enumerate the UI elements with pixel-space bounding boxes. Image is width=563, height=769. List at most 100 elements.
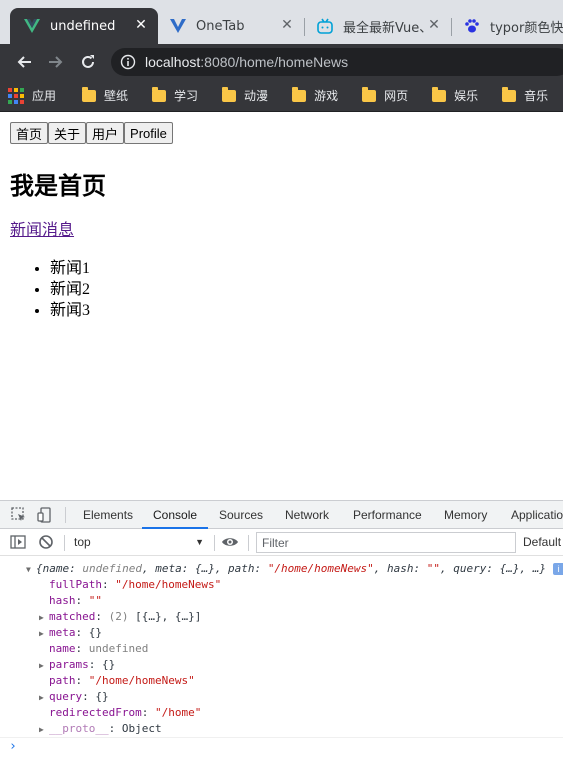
folder-icon xyxy=(82,86,97,102)
folder-icon xyxy=(502,86,517,102)
summary-value: "" xyxy=(426,562,441,575)
close-tab-icon[interactable]: ✕ xyxy=(280,18,294,32)
tab-sources[interactable]: Sources xyxy=(219,501,263,529)
bookmark-folder[interactable]: 动漫 xyxy=(212,84,268,108)
folder-icon xyxy=(432,86,447,102)
bookmark-folder[interactable]: 学习 xyxy=(142,84,198,108)
summary-text: , hash: xyxy=(373,562,427,575)
bookmark-folder[interactable]: 壁纸 xyxy=(72,84,128,108)
property-key: hash xyxy=(49,594,76,607)
console-output: ▼ {name: undefined, meta: {…}, path: "/ho… xyxy=(0,557,563,737)
collapsed-triangle-icon[interactable]: ▶ xyxy=(39,610,49,626)
array-length: (2) xyxy=(108,610,136,623)
bookmark-label: 应用 xyxy=(32,89,57,103)
console-log-entry[interactable]: ▼ {name: undefined, meta: {…}, path: "/ho… xyxy=(26,561,563,577)
bookmark-folder[interactable]: 音乐 xyxy=(492,84,548,108)
object-property[interactable]: ▶ __proto__: Object xyxy=(39,721,162,737)
home-button[interactable]: 首页 xyxy=(10,122,49,144)
context-selector[interactable]: top ▼ xyxy=(66,532,208,552)
device-toolbar-icon[interactable] xyxy=(36,506,54,524)
bookmarks-bar: 应用 壁纸 学习 动漫 游戏 网页 娱乐 音乐 网 xyxy=(0,80,563,112)
site-info-icon[interactable] xyxy=(120,54,136,70)
property-key: params xyxy=(49,658,89,671)
browser-tab-strip: undefined ✕ OneTab ✕ 最全最新Vue、 ✕ typor颜色快… xyxy=(0,0,563,44)
tab-application[interactable]: Applicatio xyxy=(511,501,563,529)
property-value: "/home/homeNews" xyxy=(88,674,195,687)
news-link[interactable]: 新闻消息 xyxy=(10,216,74,240)
sidebar-toggle-icon[interactable] xyxy=(9,533,27,551)
tab-title: typor颜色快捷 xyxy=(490,20,563,36)
folder-icon xyxy=(222,86,237,102)
log-levels-dropdown[interactable]: Default xyxy=(523,529,561,556)
bookmark-label: 网页 xyxy=(384,89,409,103)
clear-console-icon[interactable] xyxy=(37,533,55,551)
bookmark-folder[interactable]: 娱乐 xyxy=(422,84,478,108)
tab-typora[interactable]: typor颜色快捷 xyxy=(452,8,563,44)
summary-text: {name: xyxy=(36,562,83,575)
close-tab-icon[interactable]: ✕ xyxy=(427,18,441,32)
property-key: name xyxy=(49,642,76,655)
dropdown-caret-icon: ▼ xyxy=(195,537,204,547)
tab-onetab[interactable]: OneTab ✕ xyxy=(158,8,304,44)
apps-grid-icon xyxy=(8,87,24,104)
property-value: "/home/homeNews" xyxy=(115,578,222,591)
property-value: {} xyxy=(95,690,109,703)
router-nav: 首页 关于 用户 Profile xyxy=(10,122,173,144)
bookmark-label: 壁纸 xyxy=(104,89,129,103)
reload-icon[interactable] xyxy=(74,48,102,76)
close-tab-icon[interactable]: ✕ xyxy=(134,18,148,32)
object-property[interactable]: ▶ matched: (2) [{…}, {…}] xyxy=(39,609,201,625)
console-filter-input[interactable] xyxy=(256,532,516,553)
object-property: path: "/home/homeNews" xyxy=(49,674,195,687)
tab-performance[interactable]: Performance xyxy=(353,501,422,529)
forward-arrow-icon[interactable] xyxy=(42,48,70,76)
user-button[interactable]: 用户 xyxy=(86,122,125,144)
property-key: __proto__ xyxy=(49,722,109,735)
bookmark-apps[interactable]: 应用 xyxy=(8,84,56,108)
devtools-panel: Elements Console Sources Network Perform… xyxy=(0,500,563,769)
back-arrow-icon[interactable] xyxy=(10,48,38,76)
tab-title: OneTab xyxy=(196,18,245,34)
collapsed-triangle-icon[interactable]: ▶ xyxy=(39,690,49,706)
toolbar-divider xyxy=(65,507,66,523)
collapsed-triangle-icon[interactable]: ▶ xyxy=(39,626,49,642)
list-item: 新闻1 xyxy=(50,254,90,277)
tab-elements[interactable]: Elements xyxy=(83,501,133,529)
tab-memory[interactable]: Memory xyxy=(444,501,487,529)
tab-title: 最全最新Vue、 xyxy=(343,20,433,36)
list-item: 新闻3 xyxy=(50,296,90,319)
news-list: 新闻1 新闻2 新闻3 xyxy=(50,254,90,319)
tab-active[interactable]: undefined ✕ xyxy=(10,8,158,44)
object-property[interactable]: ▶ meta: {} xyxy=(39,625,102,641)
console-prompt[interactable]: › xyxy=(0,737,563,757)
toolbar-divider xyxy=(214,535,215,551)
address-bar[interactable]: localhost:8080/home/homeNews xyxy=(111,48,563,76)
property-value: "" xyxy=(88,594,102,607)
property-value: {} xyxy=(88,626,102,639)
about-button[interactable]: 关于 xyxy=(48,122,87,144)
tab-network[interactable]: Network xyxy=(285,501,329,529)
property-value: undefined xyxy=(88,642,149,655)
collapsed-triangle-icon[interactable]: ▶ xyxy=(39,658,49,674)
bookmark-folder[interactable]: 网页 xyxy=(352,84,408,108)
info-icon[interactable]: i xyxy=(552,563,563,575)
object-property[interactable]: ▶ query: {} xyxy=(39,689,109,705)
page-viewport: 首页 关于 用户 Profile 我是首页 新闻消息 新闻1 新闻2 新闻3 xyxy=(0,113,563,500)
tab-vue-course[interactable]: 最全最新Vue、 ✕ xyxy=(305,8,451,44)
url-host: localhost xyxy=(145,54,201,70)
folder-icon xyxy=(292,86,307,102)
bookmark-label: 学习 xyxy=(174,89,199,103)
devtools-tab-bar: Elements Console Sources Network Perform… xyxy=(0,501,563,529)
profile-button[interactable]: Profile xyxy=(124,122,173,144)
object-summary: {name: undefined, meta: {…}, path: "/hom… xyxy=(36,562,546,575)
expanded-triangle-icon[interactable]: ▼ xyxy=(26,562,36,578)
property-value: [{…}, {…}] xyxy=(135,610,202,623)
collapsed-triangle-icon[interactable]: ▶ xyxy=(39,722,49,737)
eye-icon[interactable] xyxy=(221,533,239,551)
bookmark-folder[interactable]: 游戏 xyxy=(282,84,338,108)
tab-console[interactable]: Console xyxy=(142,501,209,529)
summary-value: "/home/homeNews" xyxy=(267,562,374,575)
inspect-element-icon[interactable] xyxy=(10,506,28,524)
object-property[interactable]: ▶ params: {} xyxy=(39,657,115,673)
property-key: redirectedFrom xyxy=(49,706,142,719)
